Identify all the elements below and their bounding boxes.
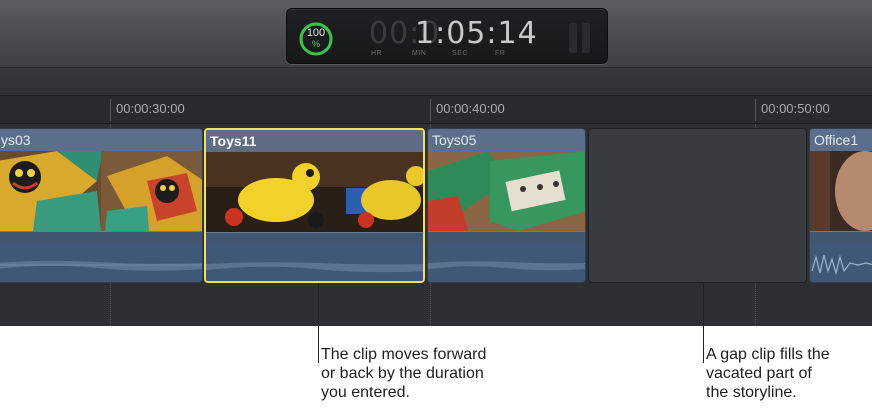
clip-audio-waveform [0,243,202,282]
timecode-unit-sec: SEC [452,50,468,57]
ruler-tick [430,99,431,121]
callout-line-text: the storyline. [706,384,797,401]
callout-leader-line [318,283,319,363]
callout-line-text: The clip moves forward [321,346,487,363]
clip-toys05[interactable]: Toys05 [427,128,586,283]
clip-name: Office1 [810,129,872,151]
gap-clip[interactable] [588,128,807,283]
clip-filmstrip [0,151,202,231]
timeline-header-strip [0,68,872,96]
ruler-time-label: 00:00:30:00 [116,101,185,116]
clip-divider [0,231,202,243]
timecode-unit-hr: HR [371,50,383,57]
clip-divider [428,231,585,243]
callout-line-text: you entered. [321,384,410,401]
ruler-time-label: 00:00:50:00 [761,101,830,116]
clip-audio-waveform [810,243,872,282]
toy-duck-thumbnail [206,152,423,232]
timecode-display[interactable]: 1:05:14 [415,17,538,51]
timeline[interactable]: 00:00:30:00 00:00:40:00 00:00:50:00 ys03 [0,68,872,326]
pause-icon[interactable] [569,23,593,53]
clip-name: Toys05 [428,129,585,151]
clip-filmstrip [810,151,872,231]
callout-line-text: or back by the duration [321,365,484,382]
ruler-tick [110,99,111,121]
clip-divider [810,231,872,243]
clip-audio-waveform [206,244,423,281]
clip-filmstrip [428,151,585,231]
waveform-icon [428,261,585,271]
dashboard[interactable]: 100 % 00:0 1:05:14 HR MIN SEC FR [286,8,608,64]
clip-name: ys03 [0,129,202,151]
clip-audio-waveform [428,243,585,282]
timecode-unit-fr: FR [495,50,506,57]
toolbar: 100 % 00:0 1:05:14 HR MIN SEC FR [0,0,872,68]
clip-name: Toys11 [206,130,423,152]
callout-leader-line [703,283,704,363]
ruler-tick [755,99,756,121]
callout-line-text: A gap clip fills the [706,346,830,363]
toy-box-thumbnail [0,151,202,231]
waveform-icon [0,260,202,271]
waveform-icon [811,254,872,276]
callout-clip-moves: The clip moves forward or back by the du… [321,345,486,402]
progress-value: 100 [306,27,326,39]
timeline-ruler[interactable]: 00:00:30:00 00:00:40:00 00:00:50:00 [0,96,872,124]
clip-toys11-selected[interactable]: Toys11 [204,128,425,283]
timecode-unit-min: MIN [412,50,427,57]
clip-office1[interactable]: Office1 [809,128,872,283]
office-thumbnail [810,151,872,231]
callout-line-text: vacated part of [706,365,812,382]
game-board-thumbnail [428,151,585,231]
ruler-time-label: 00:00:40:00 [436,101,505,116]
clip-filmstrip [206,152,423,232]
progress-unit: % [311,39,320,49]
waveform-icon [206,262,423,273]
clip-toys03[interactable]: ys03 [0,128,203,283]
clip-divider [206,232,423,244]
callout-gap-clip: A gap clip fills the vacated part of the… [706,345,830,402]
